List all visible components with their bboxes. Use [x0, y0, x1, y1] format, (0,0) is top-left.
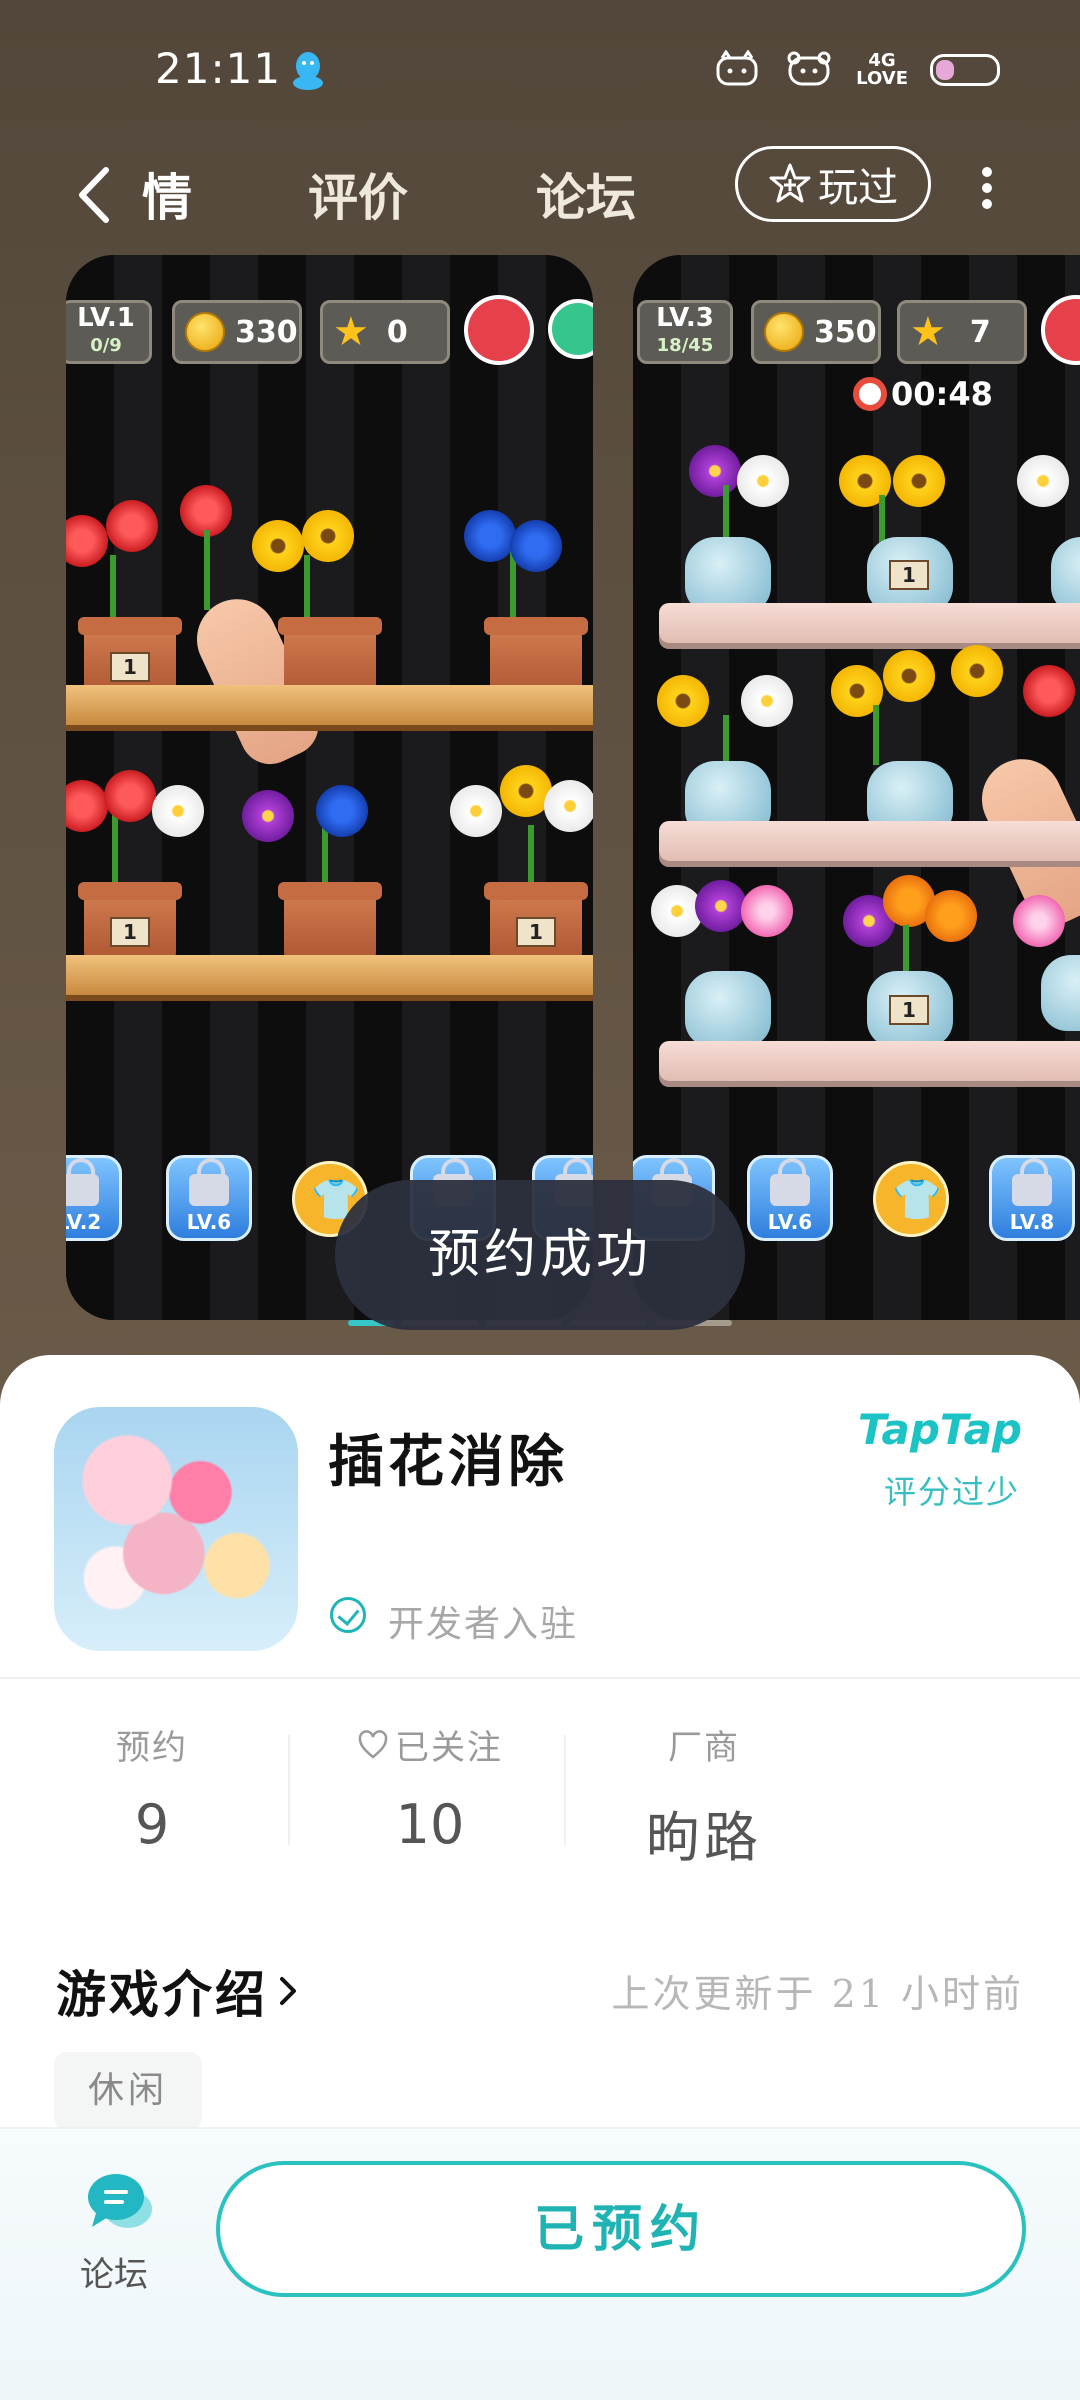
battery-icon: [930, 54, 1000, 86]
bottom-action-bar: 论坛 已预约: [0, 2127, 1080, 2400]
flower: [252, 520, 304, 572]
forum-label[interactable]: 论坛: [80, 2247, 148, 2296]
app-icon: [54, 1407, 298, 1651]
screenshot-1[interactable]: LV.1 0/9 330 ★ 0 1 1 1 LV.2 LV: [66, 255, 593, 1320]
flower: [242, 790, 294, 842]
locked-level: LV.6: [747, 1155, 833, 1241]
flower: [302, 510, 354, 562]
status-icons: 4G LOVE: [712, 50, 1000, 90]
flower: [544, 780, 593, 832]
level-badge: LV.1 0/9: [66, 300, 152, 364]
genre-tag[interactable]: 休闲: [54, 2052, 202, 2130]
wifi-cat-icon: [716, 50, 758, 86]
network-indicator: 4G LOVE: [856, 50, 908, 89]
stat-reservations: 预约 9: [116, 1728, 188, 1856]
flower: [657, 675, 709, 727]
status-bar: 21:11 4G LOVE: [0, 0, 1080, 140]
flower: [106, 500, 158, 552]
tab-details[interactable]: 情: [142, 158, 192, 230]
flower: [689, 445, 741, 497]
flower: [737, 455, 789, 507]
toast-message: 预约成功: [335, 1180, 745, 1330]
shelf: [659, 603, 1080, 643]
divider: [564, 1735, 566, 1845]
flower: [1023, 665, 1075, 717]
star-icon: ★: [333, 309, 369, 355]
star-plus-icon: [769, 163, 811, 203]
signal-bear-icon: [787, 51, 831, 86]
star-counter: ★ 7: [897, 300, 1027, 364]
flower: [450, 785, 502, 837]
coin-icon: [185, 312, 225, 352]
vase: [685, 971, 771, 1047]
flower: [925, 890, 977, 942]
reserved-button[interactable]: 已预约: [216, 2161, 1026, 2297]
developer-badge[interactable]: 开发者入驻: [388, 1595, 578, 1647]
more-icon[interactable]: [975, 158, 999, 218]
vase: [685, 537, 771, 613]
heart-icon: [358, 1729, 388, 1759]
flower: [152, 785, 204, 837]
star-icon: ★: [910, 309, 946, 355]
shelf: [66, 955, 593, 995]
status-time: 21:11: [155, 44, 282, 93]
pot-tag: 1: [889, 995, 929, 1025]
locked-level: LV.2: [66, 1155, 122, 1241]
flower: [510, 520, 562, 572]
flower: [1017, 455, 1069, 507]
coin-icon: [764, 312, 804, 352]
qq-icon: [293, 52, 323, 90]
app-title: 插花消除: [328, 1429, 568, 1495]
countdown-timer: 00:48: [853, 375, 993, 413]
game-intro-link[interactable]: 游戏介绍: [56, 1955, 300, 2027]
last-updated: 上次更新于 21 小时前: [611, 1972, 1024, 2016]
clock-icon: [853, 377, 887, 411]
check-circle-icon: [330, 1597, 366, 1633]
top-nav: 情 评价 论坛 玩过: [0, 140, 1080, 250]
cart-icon: [464, 295, 534, 365]
stat-publisher[interactable]: 厂商 昫路: [624, 1720, 784, 1872]
locked-level: LV.8: [989, 1155, 1075, 1241]
shelf: [66, 685, 593, 725]
flower: [741, 675, 793, 727]
forum-icon[interactable]: [86, 2171, 156, 2233]
flower: [464, 510, 516, 562]
pot-tag: 1: [110, 917, 150, 947]
coin-counter: 350: [751, 300, 881, 364]
chevron-right-icon: [280, 1977, 296, 2005]
rating-note: 评分过少: [883, 1473, 1020, 1511]
played-label: 玩过: [818, 165, 898, 211]
pot-tag: 1: [889, 560, 929, 590]
flower: [893, 455, 945, 507]
screenshot-2[interactable]: LV.3 18/45 350 ★ 7 00:48 1 1 LV.6 👕 LV.8: [633, 255, 1080, 1320]
locked-level: LV.6: [166, 1155, 252, 1241]
flower: [316, 785, 368, 837]
star-counter: ★ 0: [320, 300, 450, 364]
played-button[interactable]: 玩过: [735, 146, 931, 222]
pot-tag: 1: [516, 917, 556, 947]
level-badge: LV.3 18/45: [637, 300, 733, 364]
stat-followers[interactable]: 已关注 10: [330, 1720, 530, 1856]
tab-forum[interactable]: 论坛: [536, 158, 636, 230]
back-arrow-icon[interactable]: [70, 160, 120, 230]
shelf: [659, 821, 1080, 861]
flower: [104, 770, 156, 822]
flower: [883, 650, 935, 702]
divider: [0, 1677, 1080, 1679]
flower: [1013, 895, 1065, 947]
vase: [1041, 955, 1080, 1031]
divider: [288, 1735, 290, 1845]
pot-tag: 1: [110, 652, 150, 682]
taptap-logo: TapTap: [857, 1405, 1022, 1454]
flower: [695, 880, 747, 932]
coin-counter: 330: [172, 300, 302, 364]
shelf: [659, 1041, 1080, 1081]
shirt-icon: [873, 1161, 949, 1237]
flower: [741, 885, 793, 937]
dragged-flower: [951, 645, 1003, 697]
tab-reviews[interactable]: 评价: [308, 158, 408, 230]
